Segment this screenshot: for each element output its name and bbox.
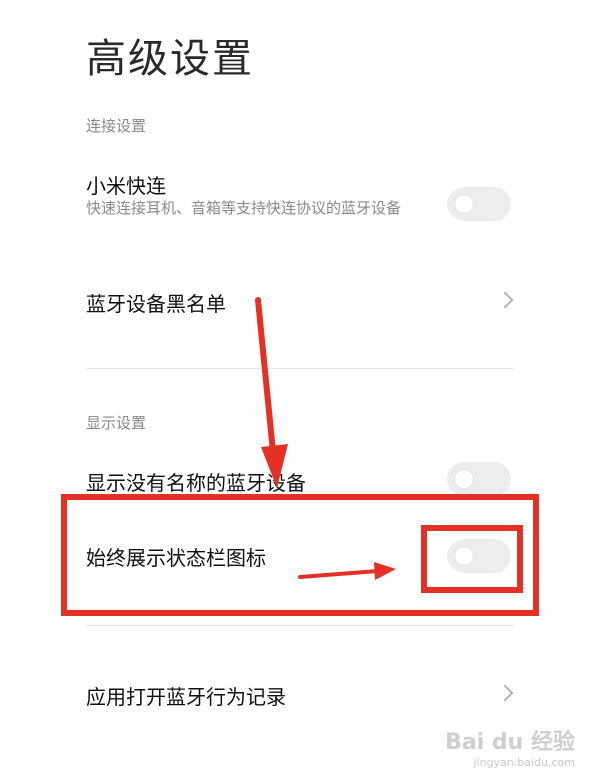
page-title: 高级设置 bbox=[86, 36, 254, 82]
setting-subtitle-xiaomi-quick-connect: 快速连接耳机、音箱等支持快连协议的蓝牙设备 bbox=[86, 199, 402, 217]
section-divider bbox=[86, 625, 514, 626]
toggle-knob bbox=[455, 470, 473, 488]
annotation-arrow-down bbox=[255, 297, 288, 488]
watermark: Bai du 经验 jingyan.baidu.com bbox=[445, 724, 575, 769]
watermark-url: jingyan.baidu.com bbox=[473, 756, 575, 769]
watermark-brand: Bai du 经验 bbox=[445, 730, 575, 755]
setting-title-bluetooth-blacklist: 蓝牙设备黑名单 bbox=[86, 292, 226, 316]
section-header-connection: 连接设置 bbox=[86, 117, 147, 135]
setting-title-app-bluetooth-records: 应用打开蓝牙行为记录 bbox=[86, 685, 286, 709]
setting-title-show-unnamed-devices: 显示没有名称的蓝牙设备 bbox=[86, 471, 306, 495]
chevron-right-icon bbox=[496, 291, 514, 309]
chevron-right-icon bbox=[496, 684, 514, 702]
section-divider bbox=[86, 368, 514, 369]
show-unnamed-devices-toggle[interactable] bbox=[447, 462, 511, 496]
section-header-display: 显示设置 bbox=[86, 414, 147, 432]
xiaomi-quick-connect-toggle[interactable] bbox=[447, 187, 511, 221]
annotation-toggle-box bbox=[421, 525, 523, 593]
toggle-knob bbox=[455, 195, 473, 213]
setting-title-xiaomi-quick-connect: 小米快连 bbox=[86, 174, 166, 198]
